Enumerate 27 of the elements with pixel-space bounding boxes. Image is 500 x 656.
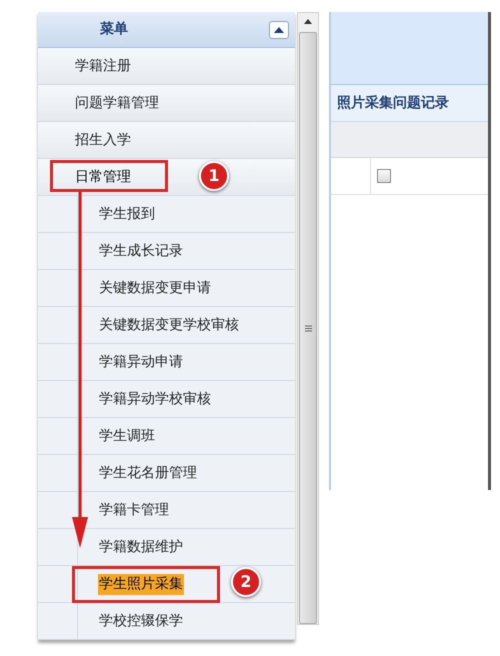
menu-item[interactable]: 问题学籍管理 xyxy=(75,92,159,114)
menu-item[interactable]: 日常管理 xyxy=(75,166,131,188)
caret-up-icon xyxy=(274,26,284,32)
submenu-item[interactable]: 学生花名册管理 xyxy=(98,462,198,484)
submenu-item[interactable]: 学生成长记录 xyxy=(98,240,184,262)
submenu-item[interactable]: 学籍异动学校审核 xyxy=(98,388,212,410)
menu-title: 菜单 xyxy=(100,20,128,39)
scrollbar[interactable] xyxy=(297,12,319,625)
submenu-item[interactable]: 关键数据变更学校审核 xyxy=(98,314,240,336)
submenu-item[interactable]: 学籍异动申请 xyxy=(98,352,184,372)
submenu-item[interactable]: 关键数据变更申请 xyxy=(98,278,212,298)
menu-item[interactable]: 学籍注册 xyxy=(75,56,131,76)
submenu-item[interactable]: 学生报到 xyxy=(98,204,156,224)
collapse-button[interactable] xyxy=(269,20,289,38)
submenu-item[interactable]: 学籍卡管理 xyxy=(98,500,170,520)
grip-icon xyxy=(304,324,312,332)
scrollbar-thumb[interactable] xyxy=(299,32,317,624)
section-title: 照片采集问题记录 xyxy=(337,94,449,112)
menu-item[interactable]: 招生入学 xyxy=(75,130,131,150)
submenu-item[interactable]: 学校控辍保学 xyxy=(98,610,184,632)
submenu-item[interactable]: 学生照片采集 xyxy=(98,574,184,594)
step-badge: 2 xyxy=(231,567,261,597)
step-badge: 1 xyxy=(199,161,229,191)
select-checkbox[interactable] xyxy=(377,169,391,183)
scroll-up-icon[interactable] xyxy=(304,19,312,24)
submenu-item[interactable]: 学生调班 xyxy=(98,426,156,446)
submenu-item[interactable]: 学籍数据维护 xyxy=(98,536,184,558)
